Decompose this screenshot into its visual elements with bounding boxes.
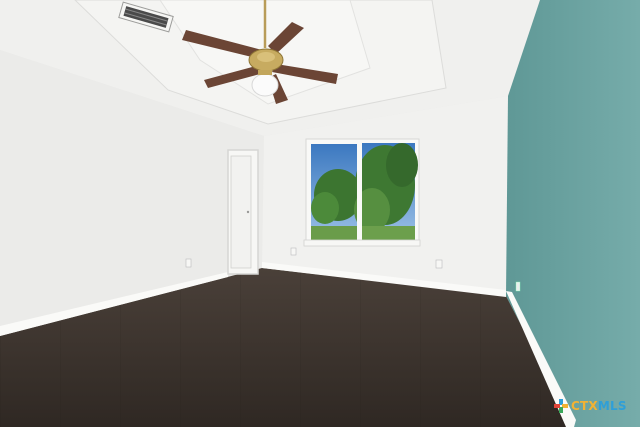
window-mullion: [357, 140, 362, 242]
door-knob: [246, 210, 250, 214]
window-sill: [303, 239, 421, 247]
outlet-back-right: [435, 259, 443, 269]
watermark-text-ctx: CTX: [571, 399, 598, 413]
watermark-text-mls: MLS: [597, 399, 627, 413]
ctx-mls-watermark: CTX MLS: [554, 396, 634, 416]
outlet-back-left: [290, 247, 297, 256]
fan-light-globe: [251, 73, 279, 97]
outlet-accent: [515, 281, 521, 292]
mls-logo-icon: [554, 399, 568, 413]
room-photo: [0, 0, 640, 427]
outlet-left: [185, 258, 192, 268]
